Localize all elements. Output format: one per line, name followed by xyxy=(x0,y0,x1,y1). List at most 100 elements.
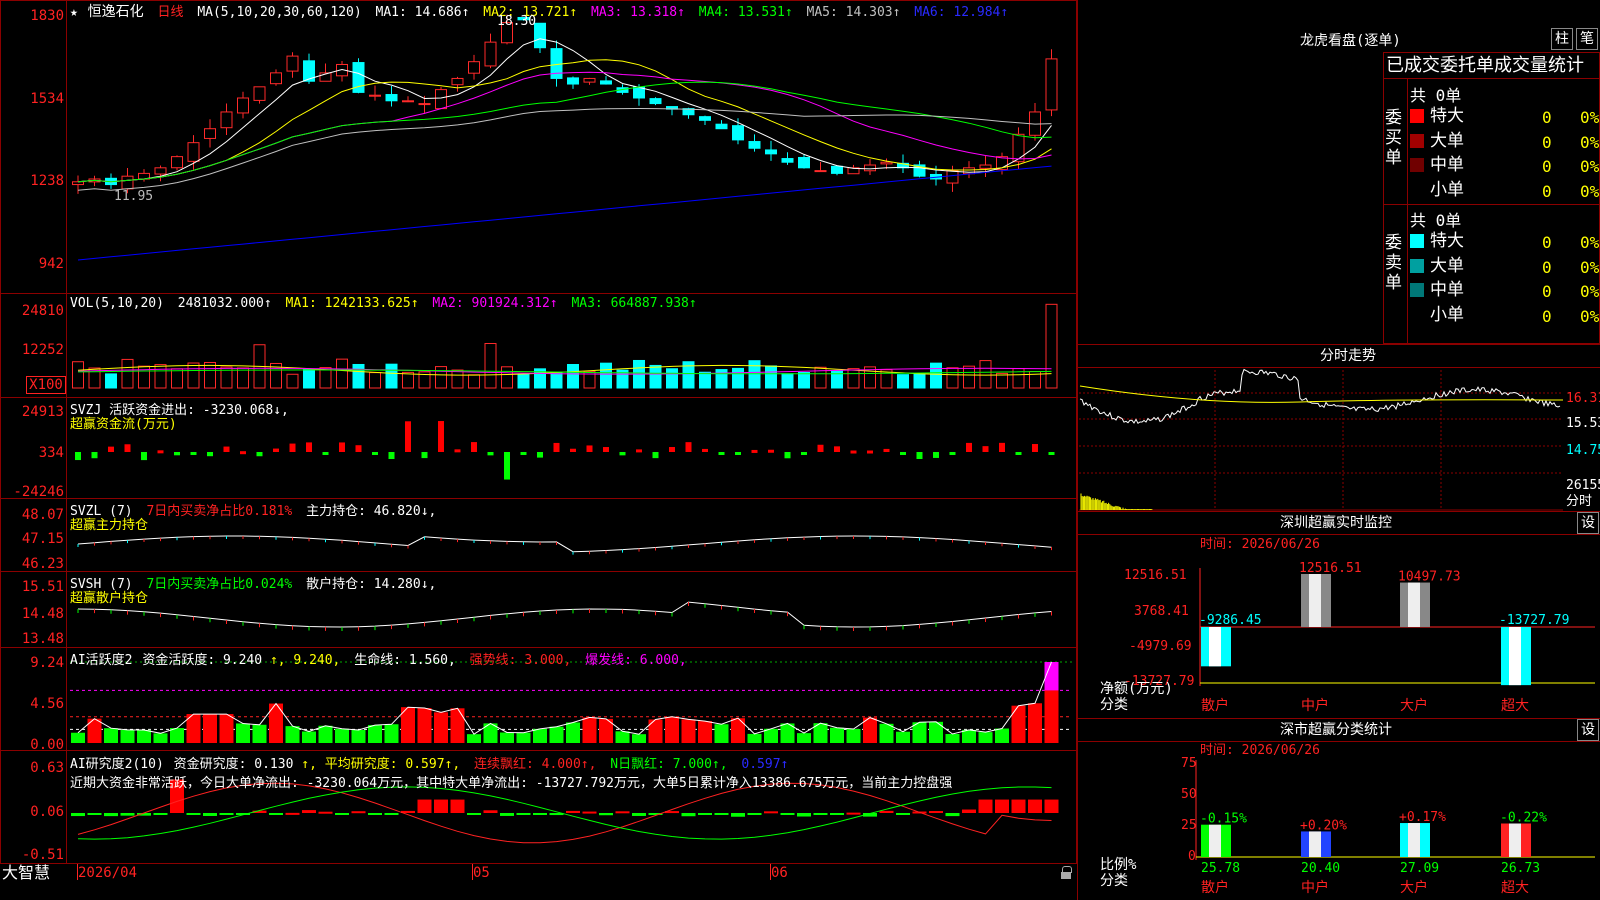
sz-class-tick: 0 xyxy=(1188,849,1196,864)
sz-monitor-bar-value: 12516.51 xyxy=(1299,561,1362,576)
volume-bar xyxy=(1045,303,1058,389)
high-price-annotation: 18.30 xyxy=(497,14,537,29)
svzj-bar xyxy=(454,449,461,453)
svzj-bar xyxy=(834,446,840,452)
svzj-bar xyxy=(207,452,213,457)
candle-body xyxy=(583,77,596,83)
sell-row-percent: 0% xyxy=(1580,306,1600,326)
buy-row-count: 0 xyxy=(1542,157,1552,176)
bar-mode-button[interactable]: 柱 xyxy=(1551,28,1573,50)
candle-body xyxy=(171,156,183,169)
candle-body xyxy=(435,89,447,110)
candle-body xyxy=(781,158,794,163)
svzj-bar xyxy=(520,452,527,455)
ai-research-bar xyxy=(615,811,630,814)
sz-monitor-settings-button[interactable]: 设 xyxy=(1577,512,1599,534)
candle-body xyxy=(121,175,134,190)
stroke-mode-button[interactable]: 笔 xyxy=(1576,28,1598,50)
buy-row-name: 大单 xyxy=(1430,130,1464,151)
svzj-bar xyxy=(141,452,147,461)
volume-bar xyxy=(187,362,200,389)
right-divider xyxy=(1077,0,1078,900)
candle-body xyxy=(237,97,249,114)
candle-body xyxy=(699,116,711,121)
svzj-bar xyxy=(1048,452,1055,455)
buy-color-swatch xyxy=(1410,133,1424,148)
volume-bar xyxy=(385,363,398,389)
ai-research-bar xyxy=(962,809,976,813)
lhb-hline xyxy=(1383,204,1600,205)
sz-class-change: -0.15% xyxy=(1200,812,1247,827)
volume-bar xyxy=(237,367,249,389)
ai-research-bar xyxy=(978,799,993,813)
ma-label: MA(5,10,20,30,60,120) xyxy=(197,5,362,20)
svzj-bar xyxy=(421,452,428,459)
ai-active-bar xyxy=(417,708,432,743)
star-icon[interactable]: ★ xyxy=(70,5,78,20)
ai-active-bar xyxy=(714,724,729,743)
buy-row-percent: 0% xyxy=(1580,108,1600,127)
volume-bar xyxy=(286,373,299,389)
ai-active-bar xyxy=(335,728,349,743)
vol-ma2: MA2: 901924.312↑ xyxy=(432,296,558,311)
ai-research-bar xyxy=(1011,799,1026,813)
ai-active-bar xyxy=(71,732,85,743)
ai-research-bar xyxy=(450,799,465,813)
candle-body xyxy=(385,94,398,102)
svzj-bar xyxy=(553,442,560,452)
vol-ma3: MA3: 664887.938↑ xyxy=(571,296,697,311)
buy-row: 特大 xyxy=(1410,106,1464,126)
ai-research-bar xyxy=(599,813,613,816)
svzj-bar xyxy=(388,452,395,460)
candle-body xyxy=(765,149,777,155)
ai-research-bar xyxy=(797,813,811,817)
ai-research-header: AI研究度2(10) 资金研究度: 0.130 ↑, 平均研究度: 0.597↑… xyxy=(70,753,794,772)
svzj-bar xyxy=(586,445,593,452)
ai-active-bar xyxy=(137,729,151,743)
sell-color-swatch xyxy=(1410,234,1424,248)
date-label: 2026/04 xyxy=(78,865,138,881)
buy-orders-total: 共 0单 xyxy=(1410,86,1462,105)
sz-class-bar-highlight xyxy=(1509,823,1521,857)
ai-research-bar xyxy=(302,810,316,813)
ai-research-bar xyxy=(153,813,168,815)
lhb-vline xyxy=(1407,78,1408,344)
ai-research-bar xyxy=(335,813,349,815)
svzl-line xyxy=(77,535,1052,553)
svzl-tick: 47.15 xyxy=(21,531,64,547)
research-avg-line xyxy=(77,782,1052,844)
fenshi-avg-line xyxy=(1079,385,1564,403)
ma1-value: MA1: 14.686↑ xyxy=(375,5,470,20)
footer-brand[interactable]: 大智慧 xyxy=(2,864,50,882)
svsh-ratio: 7日内买卖净占比0.024% xyxy=(146,577,293,592)
vol-unit-label[interactable]: X100 xyxy=(26,376,66,394)
ai-research-bar xyxy=(747,813,762,815)
svzj-bar xyxy=(355,445,362,452)
ai-active-bar xyxy=(632,734,646,743)
ai-research-tick: 0.06 xyxy=(30,804,64,820)
candle-body xyxy=(451,77,464,86)
sz-monitor-category: 超大 xyxy=(1501,698,1529,714)
period-label[interactable]: 日线 xyxy=(157,5,183,20)
sell-row-count: 0 xyxy=(1542,257,1552,277)
svzj-bar xyxy=(471,442,477,452)
sz-monitor-tick: -4979.69 xyxy=(1129,639,1192,654)
ai-active-life: 生命线: 1.560, xyxy=(354,653,456,668)
volume-bar xyxy=(732,367,744,389)
vol-value: 2481032.000↑ xyxy=(177,296,272,311)
svzj-bar xyxy=(768,449,774,453)
svzj-bar xyxy=(289,443,296,452)
sell-row-percent: 0% xyxy=(1580,257,1600,277)
ai-research-bar xyxy=(714,813,729,815)
sz-class-settings-button[interactable]: 设 xyxy=(1577,719,1599,741)
sell-row-name: 小单 xyxy=(1430,304,1464,325)
volume-bar xyxy=(336,358,348,389)
svzj-bar xyxy=(256,452,263,457)
buy-row-count: 0 xyxy=(1542,108,1552,127)
ai-research-bar xyxy=(516,813,531,815)
sz-monitor-bar-highlight xyxy=(1209,627,1221,667)
ai-active-bar xyxy=(170,728,184,743)
ai-research-bar xyxy=(731,813,745,817)
buy-row-percent: 0% xyxy=(1580,132,1600,152)
ai-research-bar xyxy=(879,810,894,813)
